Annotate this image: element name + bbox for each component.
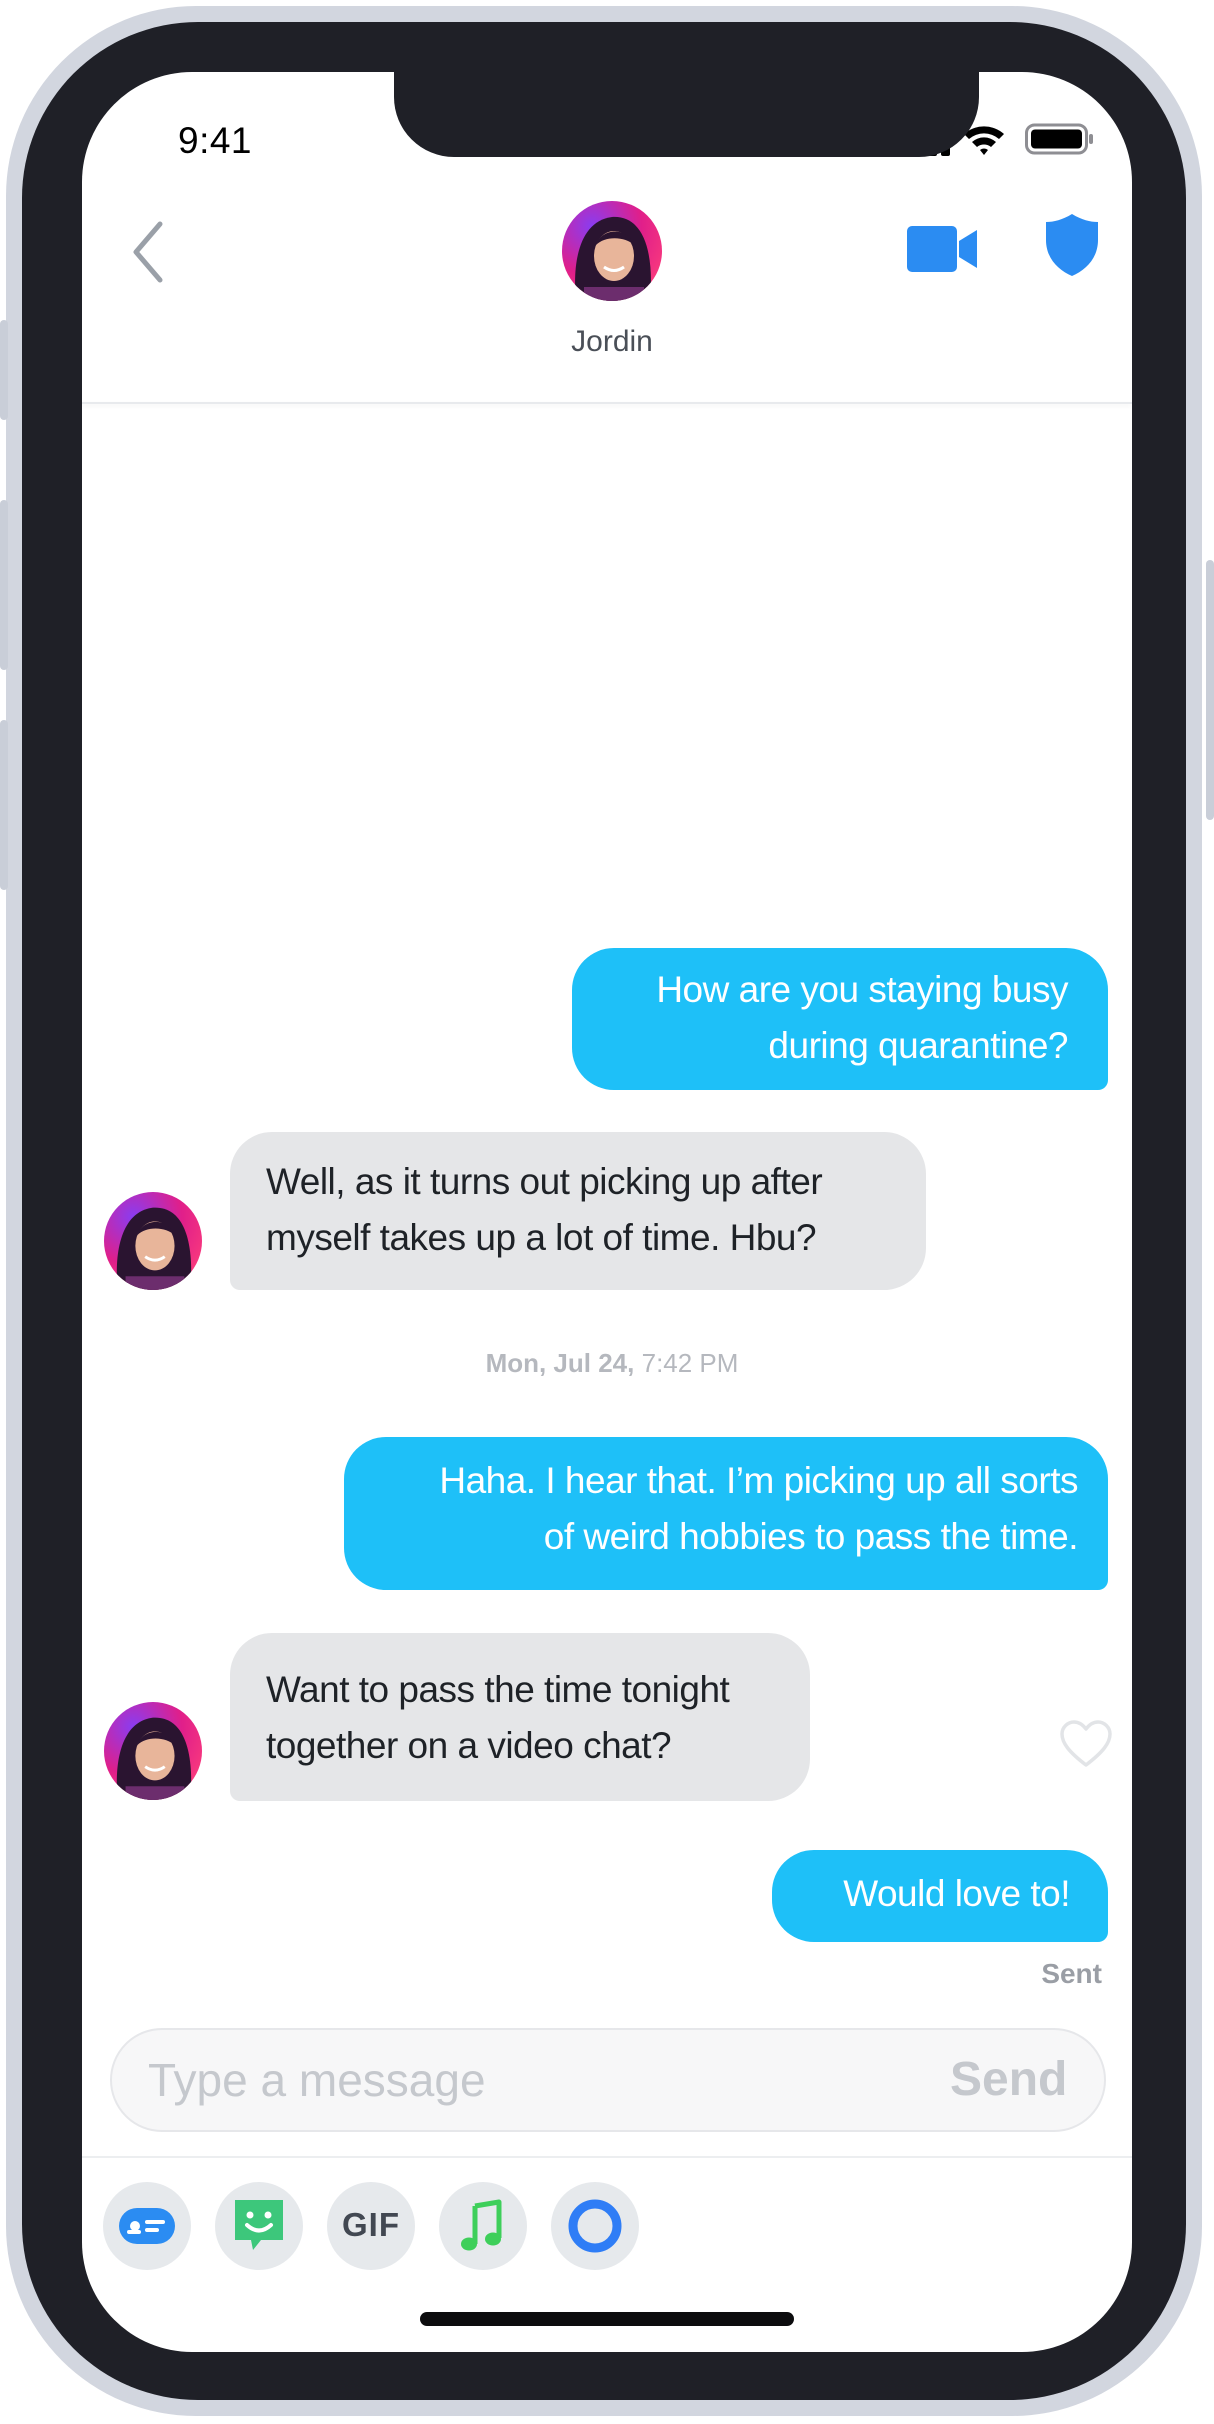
video-camera-icon xyxy=(907,226,977,272)
side-button-power xyxy=(1206,560,1214,820)
home-indicator xyxy=(420,2312,794,2326)
chevron-left-icon xyxy=(133,221,163,283)
outgoing-message[interactable]: Would love to! xyxy=(772,1850,1108,1942)
gif-label: GIF xyxy=(342,2206,400,2243)
contact-avatar[interactable] xyxy=(562,201,662,301)
notch xyxy=(394,72,979,157)
profile-card-button[interactable] xyxy=(103,2182,191,2270)
video-call-button[interactable] xyxy=(905,224,981,279)
card-icon xyxy=(119,2208,175,2244)
music-button[interactable] xyxy=(439,2182,527,2270)
contact-name: Jordin xyxy=(571,325,653,358)
message-line: of weird hobbies to pass the time. xyxy=(543,1516,1079,1557)
phone-screen: 9:41 Jordin How are you staying busy dur… xyxy=(82,72,1132,2352)
message-line: myself takes up a lot of time. Hbu? xyxy=(266,1217,817,1258)
message-line: together on a video chat? xyxy=(266,1725,672,1766)
contact-avatar-small[interactable] xyxy=(104,1702,202,1800)
status-time: 9:41 xyxy=(178,120,253,161)
message-composer: Send xyxy=(110,2028,1106,2132)
timestamp-day: Mon, Jul 24, xyxy=(485,1348,635,1378)
battery-icon xyxy=(1025,122,1095,161)
side-button-volume-up xyxy=(0,500,8,670)
message-line: Would love to! xyxy=(843,1873,1070,1914)
heart-icon xyxy=(1060,1720,1112,1767)
side-button-mute xyxy=(0,320,8,420)
gif-button[interactable]: GIF xyxy=(327,2182,415,2270)
contact-avatar-small[interactable] xyxy=(104,1192,202,1290)
loop-button[interactable] xyxy=(551,2182,639,2270)
shield-icon xyxy=(1046,214,1098,276)
message-line: How are you staying busy xyxy=(656,969,1068,1010)
back-button[interactable] xyxy=(124,216,174,286)
timestamp-time: 7:42 PM xyxy=(641,1348,739,1378)
toolbar-divider xyxy=(82,2156,1132,2158)
message-line: Want to pass the time tonight xyxy=(266,1669,730,1710)
outgoing-message[interactable]: How are you staying busy during quaranti… xyxy=(572,948,1108,1090)
message-input[interactable] xyxy=(148,2050,848,2110)
incoming-message[interactable]: Well, as it turns out picking up after m… xyxy=(230,1132,926,1290)
incoming-message[interactable]: Want to pass the time tonight together o… xyxy=(230,1633,810,1801)
header-divider xyxy=(82,402,1132,404)
music-note-icon xyxy=(461,2199,502,2251)
outgoing-message[interactable]: Haha. I hear that. I’m picking up all so… xyxy=(344,1437,1108,1590)
sticker-icon xyxy=(235,2200,283,2250)
safety-shield-button[interactable] xyxy=(1044,212,1100,283)
message-line: during quarantine? xyxy=(768,1025,1068,1066)
message-line: Haha. I hear that. I’m picking up all so… xyxy=(439,1460,1078,1501)
message-timestamp: Mon, Jul 24, 7:42 PM xyxy=(382,1348,842,1379)
send-button[interactable]: Send xyxy=(950,2052,1067,2107)
side-button-volume-down xyxy=(0,720,8,890)
like-button[interactable] xyxy=(1059,1719,1113,1774)
message-line: Well, as it turns out picking up after xyxy=(266,1161,823,1202)
sent-status: Sent xyxy=(1041,1958,1102,1989)
sticker-button[interactable] xyxy=(215,2182,303,2270)
loop-icon xyxy=(568,2199,622,2253)
